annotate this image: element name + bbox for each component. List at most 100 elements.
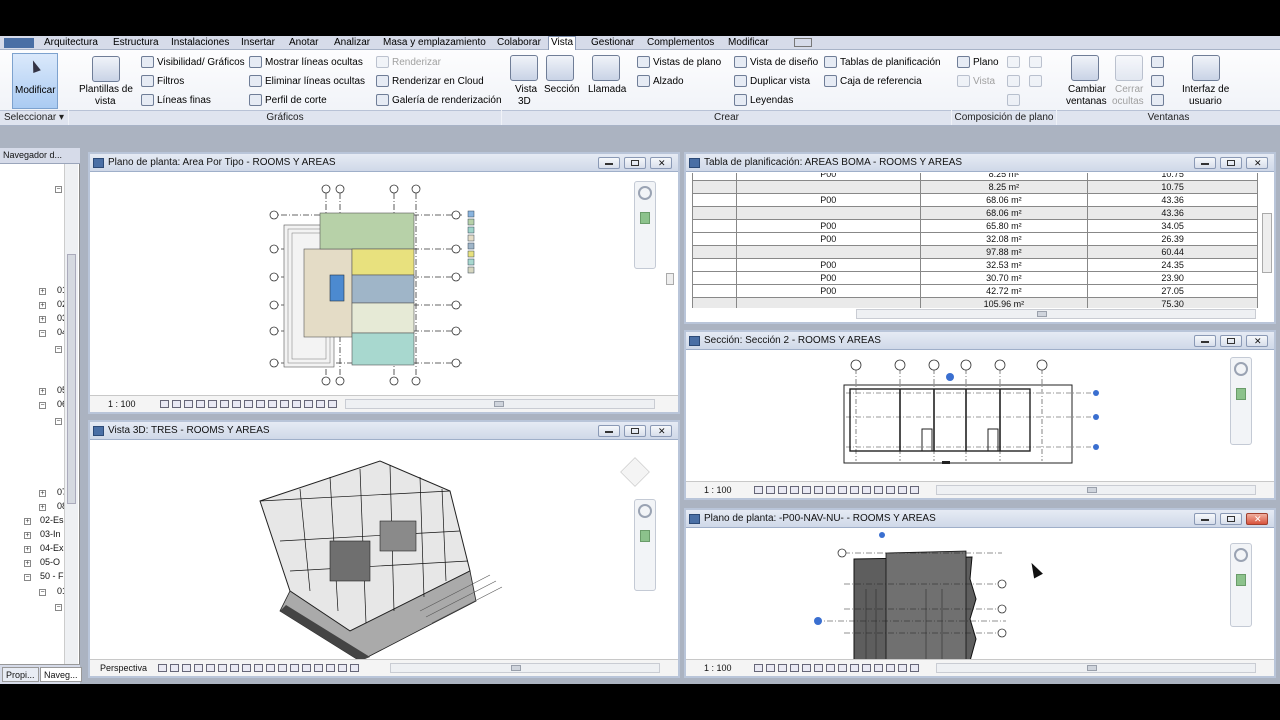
tree-item[interactable]: 04-Ex — [40, 543, 64, 553]
table-row[interactable]: P00 65.80 m² 34.05 — [692, 219, 1258, 233]
tab-gestionar[interactable]: Gestionar — [589, 37, 636, 50]
cell-level[interactable] — [735, 245, 921, 259]
table-row[interactable]: 68.06 m² 43.36 — [692, 206, 1258, 220]
view-reference-icon[interactable] — [1029, 75, 1042, 87]
cell-value[interactable]: 26.39 — [1087, 232, 1258, 246]
table-row[interactable]: P00 42.72 m² 27.05 — [692, 284, 1258, 298]
close-button[interactable]: ✕ — [650, 425, 672, 437]
view-control-icons[interactable] — [754, 486, 922, 495]
callout-button[interactable]: Llamada — [588, 84, 626, 95]
expand-icon[interactable]: + — [24, 546, 31, 553]
section-icon[interactable] — [546, 55, 574, 81]
vertical-scroll-thumb[interactable] — [666, 273, 674, 285]
tree-item[interactable]: 05-O — [40, 557, 60, 567]
zoom-icon[interactable] — [640, 212, 650, 224]
zoom-icon[interactable] — [1236, 574, 1246, 586]
schedule-canvas[interactable]: P00 8.25 m² 10.75 8.25 m² 10.75 P00 68.06 m² 43… — [686, 173, 1274, 308]
plan-canvas[interactable] — [90, 173, 678, 395]
steering-wheel-icon[interactable] — [638, 504, 652, 518]
steering-wheel-icon[interactable] — [1234, 548, 1248, 562]
close-button[interactable]: ✕ — [1246, 513, 1268, 525]
table-row[interactable]: P00 68.06 m² 43.36 — [692, 193, 1258, 207]
maximize-button[interactable] — [624, 157, 646, 169]
tab-instalaciones[interactable]: Instalaciones — [169, 37, 231, 50]
cell-level[interactable]: P00 — [735, 271, 921, 285]
view-templates-label[interactable]: Plantillas de — [79, 84, 133, 95]
horizontal-scrollbar[interactable] — [345, 399, 655, 409]
cell-level[interactable]: P00 — [735, 232, 921, 246]
tile-icon[interactable] — [1151, 94, 1164, 106]
cell-blank[interactable] — [692, 193, 737, 207]
view-templates-icon[interactable] — [92, 56, 120, 82]
cell-value[interactable]: 43.36 — [1087, 206, 1258, 220]
cell-area[interactable]: 65.80 m² — [919, 219, 1089, 233]
cell-level[interactable] — [735, 206, 921, 220]
close-button[interactable]: ✕ — [650, 157, 672, 169]
cell-level[interactable]: P00 — [735, 193, 921, 207]
cell-blank[interactable] — [692, 245, 737, 259]
3d-canvas[interactable] — [90, 441, 678, 659]
minimize-button[interactable] — [1194, 157, 1216, 169]
render-button[interactable]: Renderizar — [392, 57, 441, 68]
replicate-icon[interactable] — [1151, 56, 1164, 68]
window-schedule-areas-boma[interactable]: Tabla de planificación: AREAS BOMA - ROO… — [684, 152, 1276, 324]
3d-view-icon[interactable] — [510, 55, 538, 81]
plan-views-button[interactable]: Vistas de plano — [653, 57, 721, 68]
user-interface-icon[interactable] — [1192, 55, 1220, 81]
tab-insertar[interactable]: Insertar — [239, 37, 277, 50]
tab-masa-emplazamiento[interactable]: Masa y emplazamiento — [381, 37, 488, 50]
ribbon-options-icon[interactable] — [794, 38, 812, 47]
collapse-icon[interactable]: − — [55, 418, 62, 425]
view-scale[interactable]: Perspectiva — [100, 660, 147, 676]
scroll-thumb[interactable] — [1087, 665, 1097, 671]
tab-arquitectura[interactable]: Arquitectura — [42, 37, 100, 50]
cell-area[interactable]: 8.25 m² — [919, 180, 1089, 194]
expand-icon[interactable]: + — [39, 490, 46, 497]
window-plan-area-por-tipo[interactable]: Plano de planta: Area Por Tipo - ROOMS Y… — [88, 152, 680, 414]
cell-blank[interactable] — [692, 219, 737, 233]
guide-grid-icon[interactable] — [1007, 94, 1020, 106]
cell-blank[interactable] — [692, 232, 737, 246]
expand-icon[interactable]: + — [39, 302, 46, 309]
thin-lines-button[interactable]: Líneas finas — [157, 95, 211, 106]
tab-navigator[interactable]: Naveg... — [40, 667, 82, 682]
tree-item[interactable]: 02-Es — [40, 515, 64, 525]
expand-icon[interactable]: + — [39, 316, 46, 323]
cell-level[interactable]: P00 — [735, 173, 921, 181]
cell-level[interactable] — [735, 180, 921, 194]
maximize-button[interactable] — [1220, 335, 1242, 347]
close-button[interactable]: ✕ — [1246, 157, 1268, 169]
section-canvas[interactable] — [686, 351, 1274, 481]
cell-blank[interactable] — [692, 173, 737, 181]
navigation-bar[interactable] — [634, 181, 656, 269]
horizontal-scrollbar[interactable] — [856, 309, 1256, 319]
app-menu-icon[interactable] — [4, 38, 34, 48]
scroll-thumb[interactable] — [1087, 487, 1097, 493]
cell-value[interactable]: 10.75 — [1087, 180, 1258, 194]
matchline-icon[interactable] — [1029, 56, 1042, 68]
duplicate-view-button[interactable]: Duplicar vista — [750, 76, 810, 87]
maximize-button[interactable] — [1220, 513, 1242, 525]
revisions-icon[interactable] — [1007, 75, 1020, 87]
zoom-icon[interactable] — [1236, 388, 1246, 400]
panel-seleccionar[interactable]: Seleccionar ▾ — [0, 110, 68, 125]
minimize-button[interactable] — [598, 425, 620, 437]
scope-box-button[interactable]: Caja de referencia — [840, 76, 922, 87]
schedules-button[interactable]: Tablas de planificación — [840, 57, 941, 68]
modify-button[interactable]: Modificar — [12, 53, 58, 109]
navigation-bar[interactable] — [1230, 543, 1252, 627]
scroll-thumb[interactable] — [1037, 311, 1047, 317]
steering-wheel-icon[interactable] — [1234, 362, 1248, 376]
cut-profile-button[interactable]: Perfil de corte — [265, 95, 327, 106]
cell-area[interactable]: 105.96 m² — [919, 297, 1089, 308]
horizontal-scrollbar[interactable] — [936, 485, 1256, 495]
cell-area[interactable]: 97.88 m² — [919, 245, 1089, 259]
expand-icon[interactable]: + — [24, 532, 31, 539]
cell-area[interactable]: 32.08 m² — [919, 232, 1089, 246]
expand-icon[interactable]: + — [39, 388, 46, 395]
cell-level[interactable]: P00 — [735, 219, 921, 233]
tab-vista[interactable]: Vista — [548, 36, 577, 50]
callout-icon[interactable] — [592, 55, 620, 81]
collapse-icon[interactable]: − — [39, 402, 46, 409]
window-plan-p00-nav-nu[interactable]: Plano de planta: -P00-NAV-NU- - ROOMS Y … — [684, 508, 1276, 678]
